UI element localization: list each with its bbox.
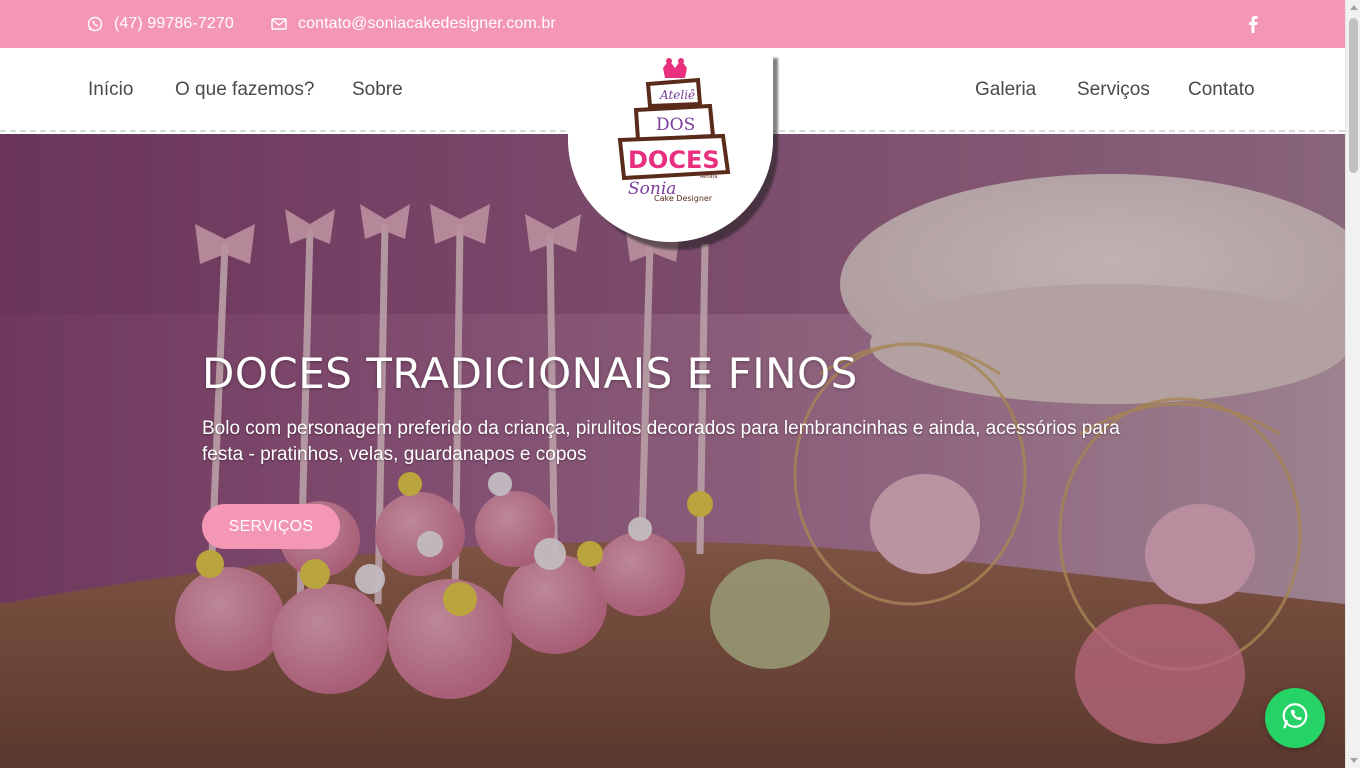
top-contact-bar: (47) 99786-7270 contato@soniacakedesigne… — [0, 0, 1345, 48]
facebook-icon[interactable] — [1246, 15, 1260, 33]
nav-servicos[interactable]: Serviços — [1077, 48, 1150, 132]
email-address: contato@soniacakedesigner.com.br — [298, 15, 556, 32]
nav-o-que-fazemos[interactable]: O que fazemos? — [175, 48, 314, 132]
services-button[interactable]: SERVIÇOS — [202, 504, 340, 549]
hero-description: Bolo com personagem preferido da criança… — [202, 418, 1120, 465]
logo-doces-text: DOCES — [628, 146, 720, 174]
phone-link[interactable]: (47) 99786-7270 — [87, 0, 234, 48]
page-scrollbar[interactable] — [1345, 0, 1360, 768]
whatsapp-icon — [1280, 701, 1310, 736]
logo-badge: Ateliê DOS DOCES Renata Sonia Cake Desig… — [568, 48, 773, 242]
scroll-up-arrow-icon[interactable] — [1346, 0, 1360, 15]
nav-sobre[interactable]: Sobre — [352, 48, 403, 132]
logo-tag-text: Renata — [700, 174, 718, 180]
hero-title: DOCES TRADICIONAIS E FINOS — [202, 349, 858, 398]
envelope-icon — [271, 16, 287, 32]
whatsapp-float-button[interactable] — [1265, 688, 1325, 748]
site-logo[interactable]: Ateliê DOS DOCES Renata Sonia Cake Desig… — [568, 48, 778, 250]
logo-dos-text: DOS — [656, 115, 695, 135]
whatsapp-icon — [87, 16, 103, 32]
nav-galeria[interactable]: Galeria — [975, 48, 1036, 132]
logo-cake-designer-text: Cake Designer — [654, 194, 713, 203]
logo-atelie-text: Ateliê — [659, 88, 695, 102]
email-link[interactable]: contato@soniacakedesigner.com.br — [271, 0, 556, 48]
phone-number: (47) 99786-7270 — [114, 15, 234, 32]
nav-inicio[interactable]: Início — [88, 48, 133, 132]
scrollbar-thumb[interactable] — [1349, 18, 1358, 173]
scroll-down-arrow-icon[interactable] — [1346, 753, 1360, 768]
nav-contato[interactable]: Contato — [1188, 48, 1255, 132]
